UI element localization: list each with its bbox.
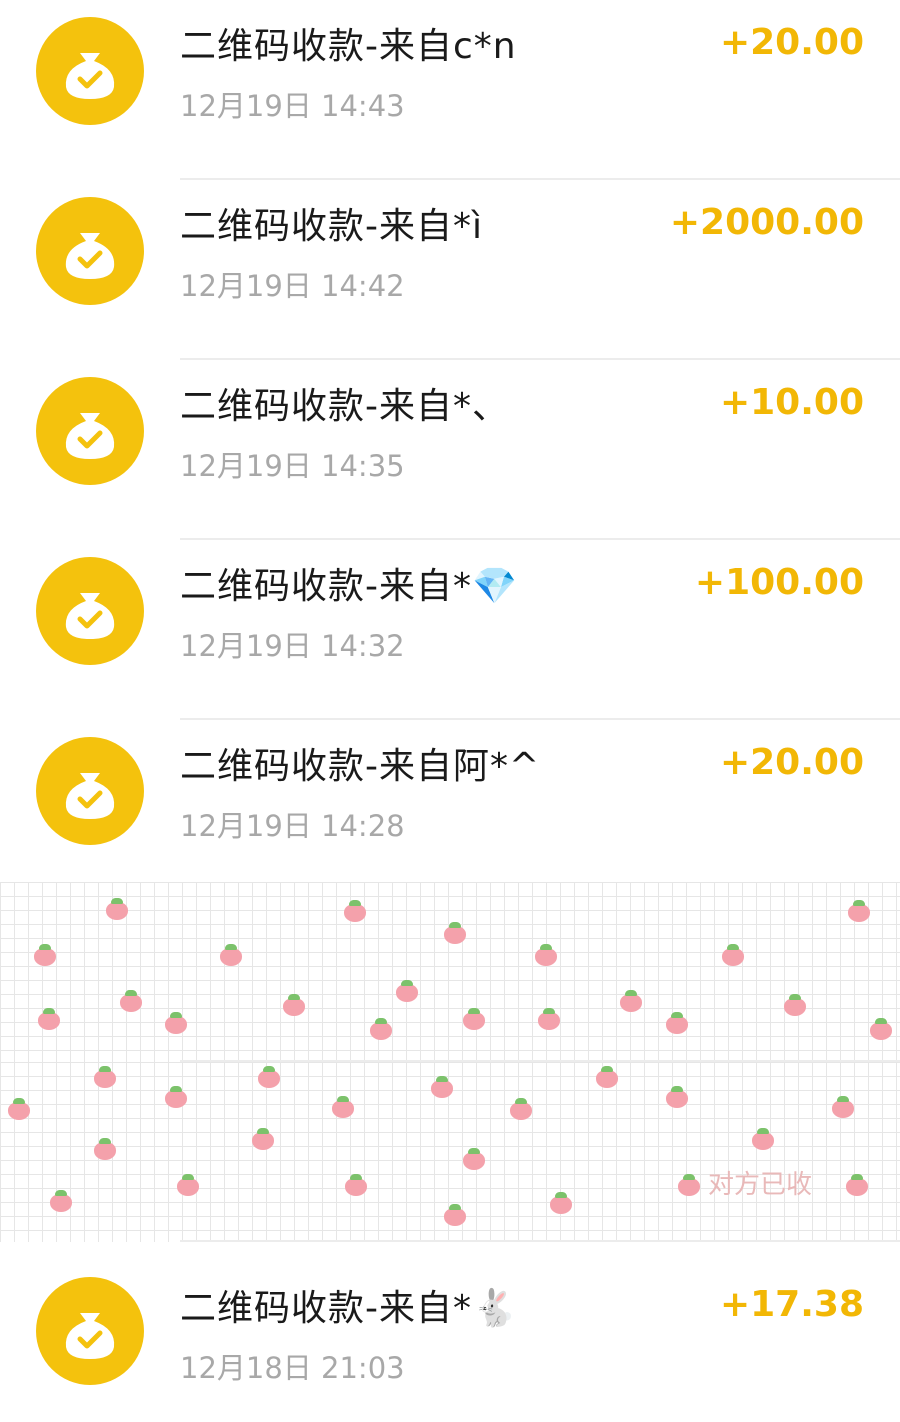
redacted-row: 对方已收 xyxy=(0,1062,900,1242)
transaction-row[interactable]: 二维码收款-来自阿*^ 12月19日 14:28 +20.00 xyxy=(0,720,900,900)
transaction-row[interactable]: 二维码收款-来自*🐇 12月18日 21:03 +17.38 xyxy=(0,1242,900,1422)
strawberry-sticker-icon xyxy=(538,1008,560,1030)
transaction-title: 二维码收款-来自c*n xyxy=(180,26,517,67)
money-bag-check-icon xyxy=(36,377,144,485)
strawberry-sticker-icon xyxy=(50,1190,72,1212)
strawberry-sticker-icon xyxy=(444,922,466,944)
transaction-time: 12月19日 14:42 xyxy=(180,269,405,303)
strawberry-sticker-icon xyxy=(550,1192,572,1214)
transaction-time: 12月18日 21:03 xyxy=(180,1351,405,1385)
strawberry-sticker-icon xyxy=(870,1018,892,1040)
transaction-amount: +2000.00 xyxy=(669,202,864,243)
strawberry-sticker-icon xyxy=(463,1008,485,1030)
strawberry-sticker-icon xyxy=(832,1096,854,1118)
strawberry-sticker-icon xyxy=(332,1096,354,1118)
transaction-row[interactable]: 二维码收款-来自*、 12月19日 14:35 +10.00 xyxy=(0,360,900,540)
transaction-amount: +100.00 xyxy=(694,562,864,603)
money-bag-check-icon xyxy=(36,197,144,305)
money-bag-check-icon xyxy=(36,737,144,845)
strawberry-sticker-icon xyxy=(344,900,366,922)
transaction-amount: +10.00 xyxy=(719,382,864,423)
strawberry-sticker-icon xyxy=(666,1086,688,1108)
strawberry-sticker-icon xyxy=(120,990,142,1012)
strawberry-sticker-icon xyxy=(94,1066,116,1088)
redacted-text-fragment: 对方已收 xyxy=(708,1170,813,1200)
transaction-title: 二维码收款-来自*💎 xyxy=(180,566,518,607)
strawberry-sticker-icon xyxy=(38,1008,60,1030)
transaction-amount: +20.00 xyxy=(719,742,864,783)
strawberry-sticker-icon xyxy=(596,1066,618,1088)
strawberry-sticker-icon xyxy=(431,1076,453,1098)
strawberry-sticker-icon xyxy=(258,1066,280,1088)
transaction-row[interactable]: 二维码收款-来自*💎 12月19日 14:32 +100.00 xyxy=(0,540,900,720)
transaction-title: 二维码收款-来自*、 xyxy=(180,386,509,427)
redacted-row xyxy=(0,882,900,1062)
strawberry-sticker-icon xyxy=(220,944,242,966)
strawberry-sticker-icon xyxy=(94,1138,116,1160)
strawberry-sticker-icon xyxy=(283,994,305,1016)
strawberry-sticker-icon xyxy=(620,990,642,1012)
strawberry-sticker-icon xyxy=(848,900,870,922)
transaction-time: 12月19日 14:43 xyxy=(180,89,405,123)
strawberry-sticker-icon xyxy=(165,1086,187,1108)
strawberry-sticker-icon xyxy=(752,1128,774,1150)
transaction-row[interactable]: 二维码收款-来自*ì 12月19日 14:42 +2000.00 xyxy=(0,180,900,360)
strawberry-sticker-icon xyxy=(8,1098,30,1120)
strawberry-sticker-icon xyxy=(165,1012,187,1034)
transaction-amount: +20.00 xyxy=(719,22,864,63)
money-bag-check-icon xyxy=(36,1277,144,1385)
strawberry-sticker-icon xyxy=(177,1174,199,1196)
strawberry-sticker-icon xyxy=(463,1148,485,1170)
strawberry-sticker-icon xyxy=(396,980,418,1002)
transaction-title: 二维码收款-来自*ì xyxy=(180,206,483,247)
money-bag-check-icon xyxy=(36,17,144,125)
transaction-row[interactable]: 二维码收款-来自c*n 12月19日 14:43 +20.00 xyxy=(0,0,900,180)
transaction-amount: +17.38 xyxy=(719,1284,864,1325)
transaction-title: 二维码收款-来自*🐇 xyxy=(180,1288,518,1329)
strawberry-sticker-icon xyxy=(252,1128,274,1150)
strawberry-sticker-icon xyxy=(678,1174,700,1196)
transaction-time: 12月19日 14:32 xyxy=(180,629,405,663)
transaction-title: 二维码收款-来自阿*^ xyxy=(180,746,541,787)
strawberry-sticker-icon xyxy=(370,1018,392,1040)
strawberry-sticker-icon xyxy=(784,994,806,1016)
strawberry-sticker-icon xyxy=(345,1174,367,1196)
strawberry-sticker-icon xyxy=(722,944,744,966)
strawberry-sticker-icon xyxy=(444,1204,466,1226)
strawberry-sticker-icon xyxy=(846,1174,868,1196)
money-bag-check-icon xyxy=(36,557,144,665)
strawberry-sticker-icon xyxy=(666,1012,688,1034)
transaction-time: 12月19日 14:35 xyxy=(180,449,405,483)
transaction-time: 12月19日 14:28 xyxy=(180,809,405,843)
strawberry-sticker-icon xyxy=(510,1098,532,1120)
transaction-list: 二维码收款-来自c*n 12月19日 14:43 +20.00 二维码收款-来自… xyxy=(0,0,900,1413)
strawberry-sticker-icon xyxy=(535,944,557,966)
strawberry-sticker-icon xyxy=(106,898,128,920)
strawberry-sticker-icon xyxy=(34,944,56,966)
